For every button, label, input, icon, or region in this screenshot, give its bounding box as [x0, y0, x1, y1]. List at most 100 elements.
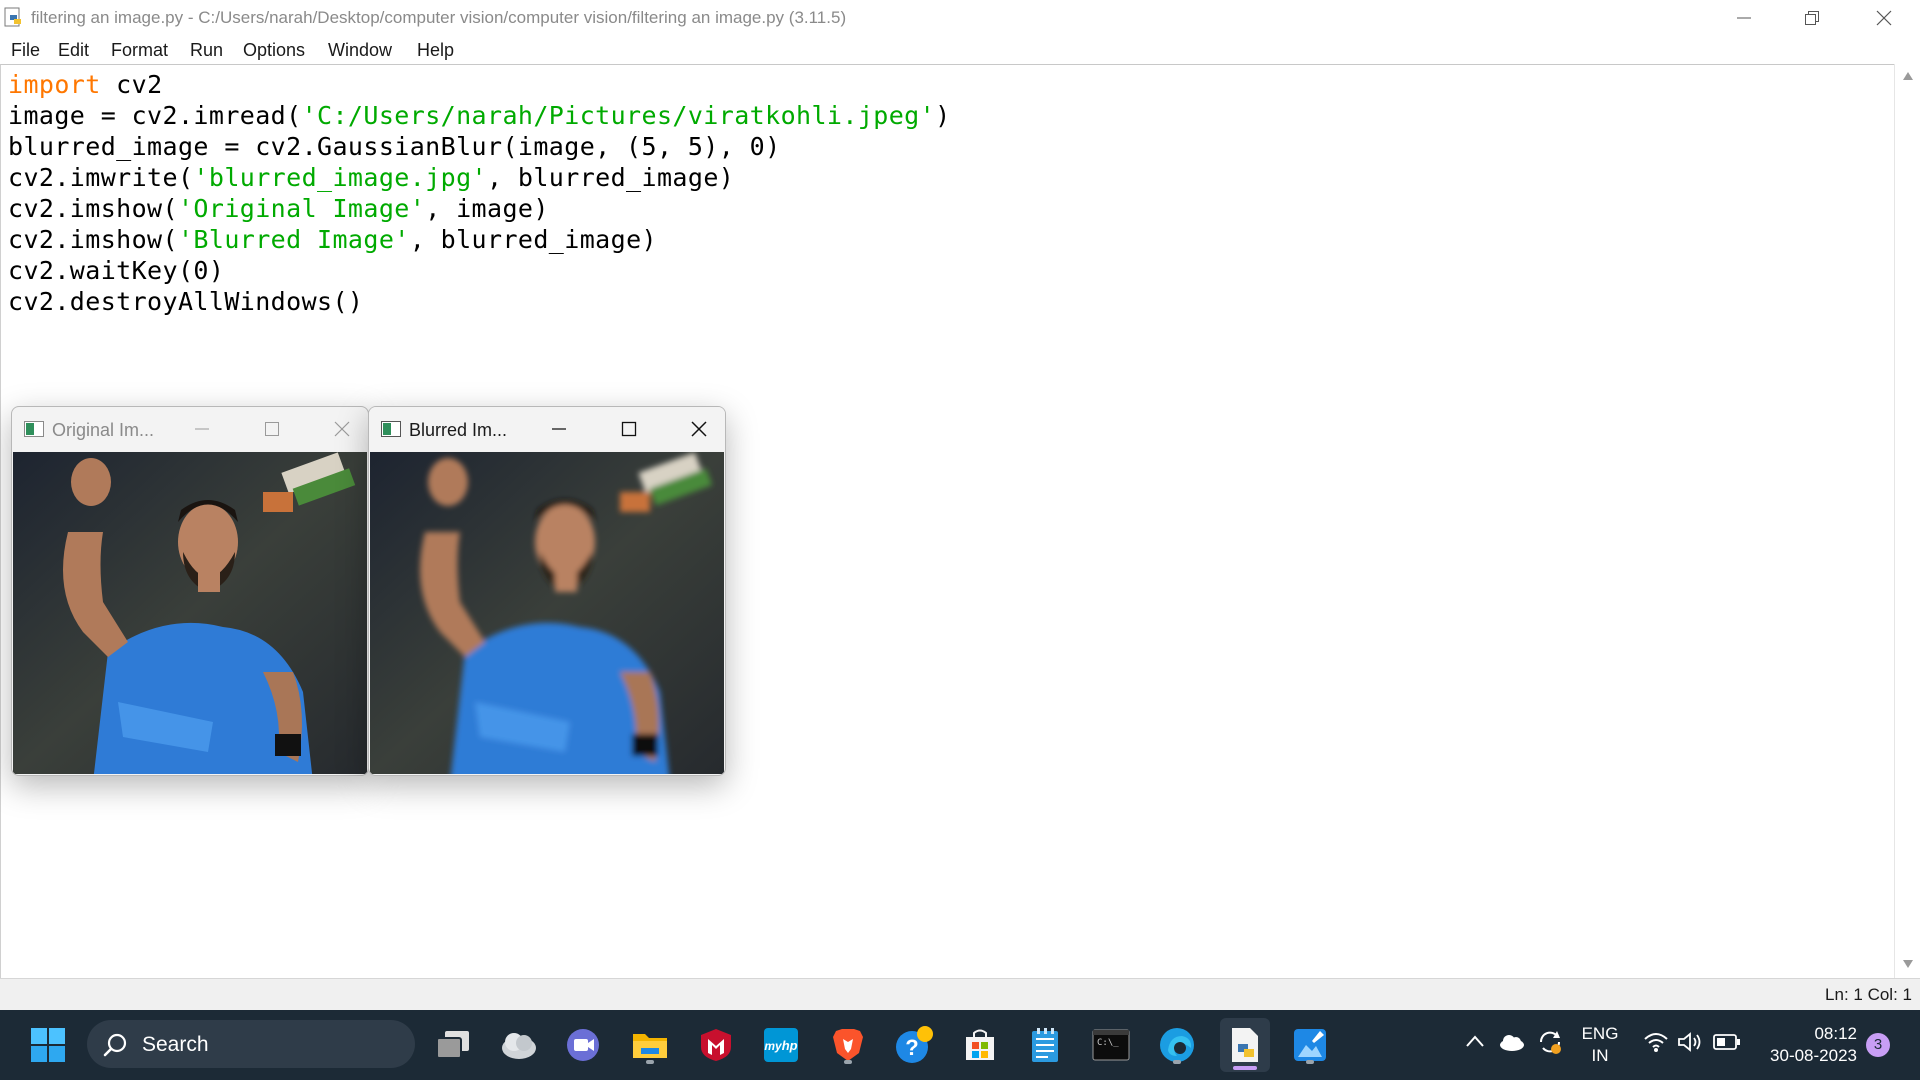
original-image-window[interactable]: Original Im...	[11, 406, 369, 776]
task-view-icon	[436, 1031, 469, 1059]
svg-text:C:\_: C:\_	[1097, 1038, 1119, 1048]
blurred-image-window[interactable]: Blurred Im...	[368, 406, 726, 776]
blurred-maximize-button[interactable]	[601, 407, 657, 451]
restore-icon	[1805, 11, 1819, 25]
original-minimize-button[interactable]	[174, 407, 230, 451]
mcafee-icon	[701, 1029, 731, 1061]
python-file-icon	[4, 7, 21, 27]
blurred-cricketer-photo	[370, 452, 724, 774]
blurred-close-button[interactable]	[671, 407, 725, 451]
clock-date: 30-08-2023	[1770, 1046, 1857, 1065]
brave-icon	[833, 1029, 863, 1061]
cursor-position: Ln: 1 Col: 1	[1825, 985, 1912, 1004]
string-literal: 'blurred_image.jpg'	[193, 163, 487, 192]
windows-start-icon	[31, 1028, 65, 1062]
chevron-up-icon	[1466, 1035, 1484, 1047]
code-line-7: cv2.waitKey(0)	[8, 256, 225, 285]
code-text[interactable]: import cv2 image = cv2.imread('C:/Users/n…	[8, 69, 951, 317]
taskbar-search[interactable]: Search	[87, 1020, 415, 1068]
idle-button[interactable]	[1220, 1018, 1270, 1072]
restore-button[interactable]	[1778, 0, 1846, 36]
string-literal: 'Blurred Image'	[177, 225, 410, 254]
teams-chat-icon	[567, 1029, 599, 1061]
code-line-1: import cv2	[8, 70, 163, 99]
help-icon: ?	[896, 1026, 933, 1063]
terminal-icon: C:\_	[1092, 1029, 1130, 1061]
close-icon	[691, 421, 707, 437]
scroll-down-icon[interactable]	[1903, 960, 1913, 968]
keyword: import	[8, 70, 101, 99]
myhp-button[interactable]: myhp	[758, 1022, 804, 1068]
code-line-5: cv2.imshow('Original Image', image)	[8, 194, 549, 223]
menu-help[interactable]: Help	[417, 40, 454, 61]
svg-text:?: ?	[905, 1035, 918, 1060]
original-close-button[interactable]	[314, 407, 368, 451]
speaker-icon	[1678, 1032, 1701, 1052]
teams-chat-button[interactable]	[560, 1022, 606, 1068]
close-icon	[1876, 10, 1892, 26]
blurred-window-title: Blurred Im...	[409, 420, 508, 440]
original-window-title: Original Im...	[52, 420, 155, 440]
battery-icon	[1713, 1034, 1740, 1050]
notepad-button[interactable]	[1022, 1022, 1068, 1068]
paint-icon	[1294, 1029, 1326, 1061]
menu-window[interactable]: Window	[328, 40, 392, 61]
ms-store-icon	[966, 1029, 994, 1060]
paint-button[interactable]	[1287, 1022, 1333, 1068]
string-literal: 'Original Image'	[177, 194, 426, 223]
brave-browser-button[interactable]	[825, 1022, 871, 1068]
notification-badge[interactable]: 3	[1866, 1033, 1890, 1057]
notepad-icon	[1032, 1028, 1058, 1062]
cloud-icon	[1500, 1035, 1524, 1051]
close-icon	[334, 421, 350, 437]
terminal-button[interactable]: C:\_	[1088, 1022, 1134, 1068]
code-line-4: cv2.imwrite('blurred_image.jpg', blurred…	[8, 163, 735, 192]
menu-file[interactable]: File	[11, 40, 40, 61]
sync-status-button[interactable]	[1536, 1028, 1564, 1061]
battery-button[interactable]	[1713, 1033, 1741, 1056]
close-button[interactable]	[1850, 0, 1918, 36]
edge-browser-button[interactable]	[1154, 1022, 1200, 1068]
show-hidden-icons-button[interactable]	[1465, 1034, 1485, 1053]
minimize-icon	[1737, 17, 1751, 19]
file-explorer-button[interactable]	[627, 1022, 673, 1068]
scroll-up-icon[interactable]	[1903, 72, 1913, 80]
menu-format[interactable]: Format	[111, 40, 168, 61]
ms-store-button[interactable]	[957, 1022, 1003, 1068]
minimize-button[interactable]	[1710, 0, 1778, 36]
menu-run[interactable]: Run	[190, 40, 223, 61]
minimize-icon	[195, 428, 209, 430]
input-language-button[interactable]: ENG IN	[1578, 1024, 1622, 1066]
original-maximize-button[interactable]	[244, 407, 300, 451]
menu-edit[interactable]: Edit	[58, 40, 89, 61]
minimize-icon	[552, 428, 566, 430]
blurred-minimize-button[interactable]	[531, 407, 587, 451]
clock-button[interactable]: 08:12 30-08-2023	[1757, 1024, 1857, 1066]
start-button[interactable]	[25, 1022, 71, 1068]
get-help-button[interactable]: ?	[891, 1022, 937, 1068]
clock-time: 08:12	[1814, 1024, 1857, 1043]
volume-button[interactable]	[1677, 1031, 1703, 1058]
language-code: ENG	[1581, 1024, 1619, 1043]
task-view-button[interactable]	[430, 1022, 476, 1068]
taskbar: Search myhp ? C:\_ ENG IN 08:12 30-08-20…	[0, 1010, 1920, 1080]
opencv-window-icon	[381, 421, 401, 437]
original-cricketer-photo	[13, 452, 367, 774]
weather-icon	[502, 1033, 536, 1059]
menu-options[interactable]: Options	[243, 40, 305, 61]
maximize-icon	[621, 421, 637, 437]
weather-widget[interactable]	[496, 1022, 542, 1068]
onedrive-button[interactable]	[1498, 1032, 1526, 1057]
blurred-window-titlebar[interactable]: Blurred Im...	[369, 407, 725, 451]
code-line-3: blurred_image = cv2.GaussianBlur(image, …	[8, 132, 781, 161]
wifi-button[interactable]	[1643, 1031, 1669, 1058]
string-literal: 'C:/Users/narah/Pictures/viratkohli.jpeg…	[301, 101, 936, 130]
vertical-scrollbar[interactable]	[1894, 64, 1920, 978]
mcafee-button[interactable]	[693, 1022, 739, 1068]
title-bar: filtering an image.py - C:/Users/narah/D…	[0, 0, 1920, 36]
window-title: filtering an image.py - C:/Users/narah/D…	[31, 8, 847, 27]
myhp-icon: myhp	[764, 1028, 798, 1062]
search-label: Search	[142, 1033, 209, 1056]
region-code: IN	[1591, 1046, 1609, 1065]
original-window-titlebar[interactable]: Original Im...	[12, 407, 368, 451]
